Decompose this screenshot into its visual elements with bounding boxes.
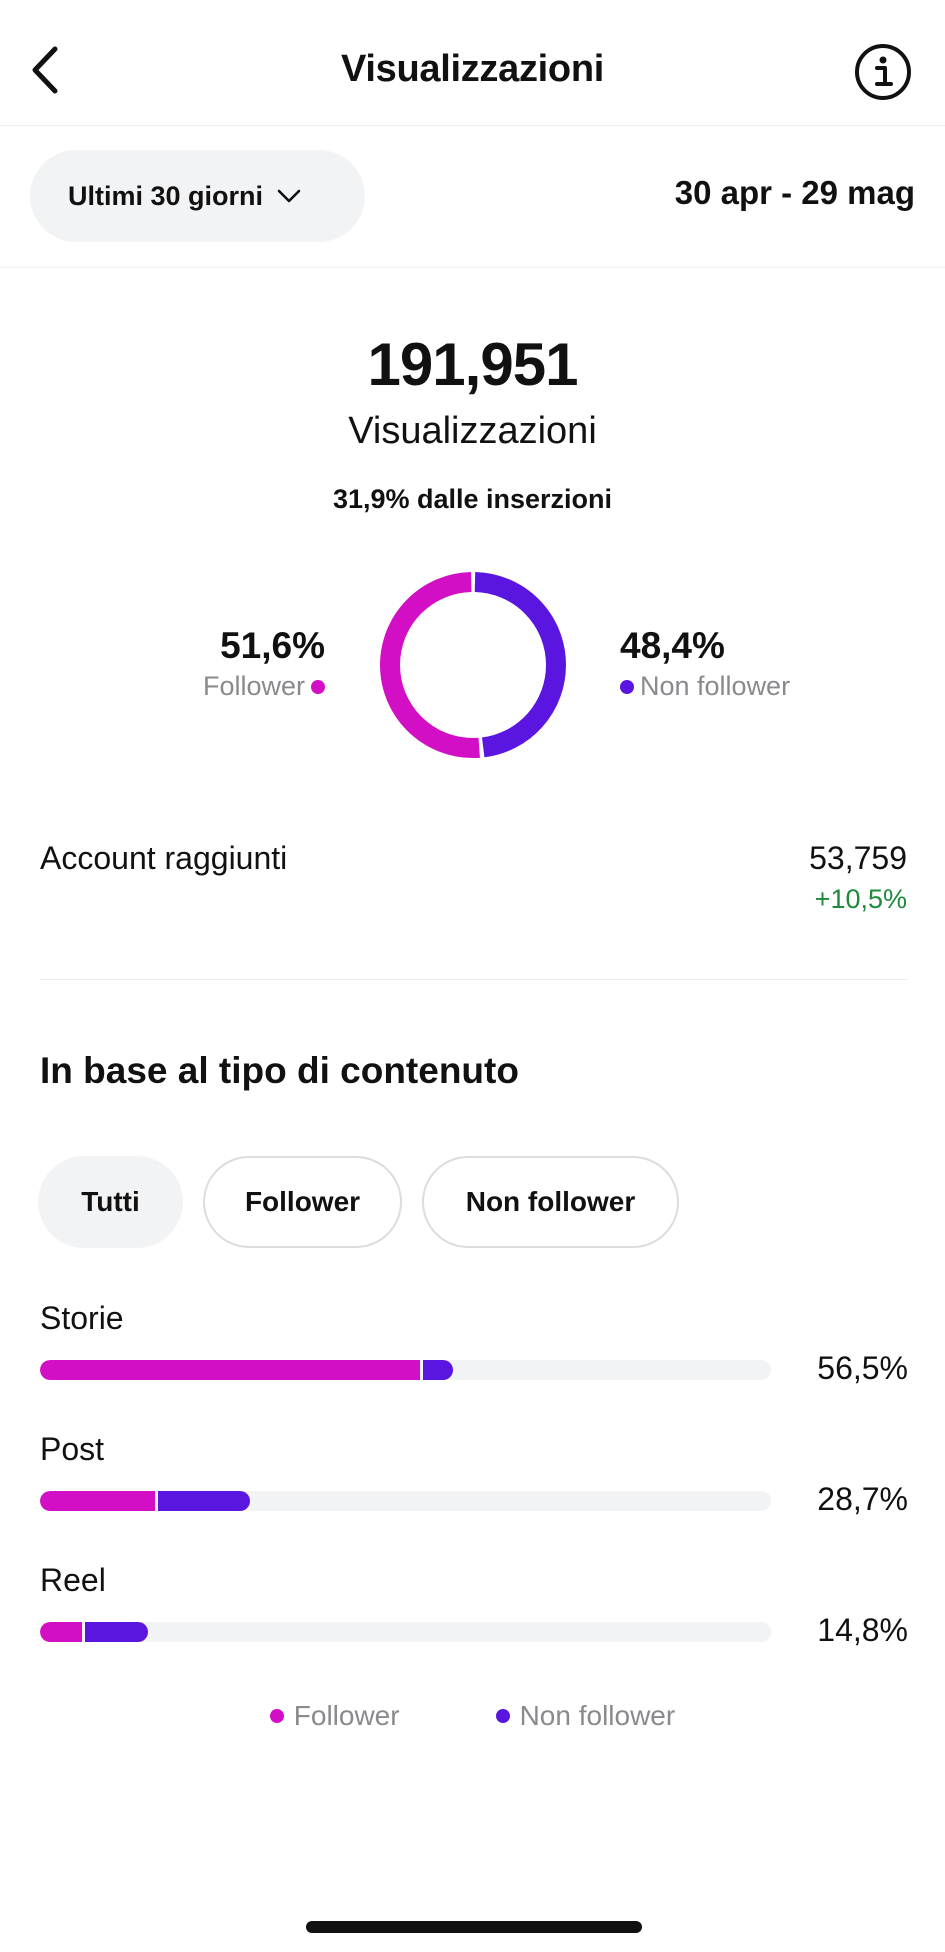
chart-legend: Follower Non follower xyxy=(0,1700,945,1732)
accounts-reached-row: Account raggiunti 53,759 +10,5% xyxy=(40,840,907,980)
nonfollower-share-value: 48,4% xyxy=(620,625,725,666)
content-row-stories: Storie 56,5% xyxy=(40,1300,908,1410)
content-row-reels: Reel 14,8% xyxy=(40,1562,908,1672)
filter-chip-nonfollower[interactable]: Non follower xyxy=(422,1156,679,1248)
follower-dot-icon xyxy=(311,679,325,694)
accounts-reached-value: 53,759 xyxy=(809,840,907,876)
follower-share: 51,6% Follower xyxy=(203,625,325,702)
legend-label-nonfollower: Non follower xyxy=(519,1700,676,1731)
nonfollower-bar-segment xyxy=(423,1360,453,1380)
content-row-percent: 28,7% xyxy=(817,1481,908,1517)
home-indicator[interactable] xyxy=(306,1921,642,1933)
content-bar-track xyxy=(40,1360,771,1380)
follower-bar-segment xyxy=(40,1622,83,1642)
content-type-title: In base al tipo di contenuto xyxy=(40,1050,519,1091)
content-bar-track xyxy=(40,1622,771,1642)
nonfollower-share: 48,4% Non follower xyxy=(620,625,790,702)
info-circle-icon xyxy=(855,44,911,100)
audience-filter-chips: Tutti Follower Non follower xyxy=(38,1156,679,1248)
nonfollower-share-label: Non follower xyxy=(640,671,791,701)
total-views-value: 191,951 xyxy=(367,331,579,398)
content-bar-track xyxy=(40,1491,771,1511)
follower-share-value: 51,6% xyxy=(220,625,325,666)
nonfollower-share-caption: Non follower xyxy=(620,671,790,702)
follower-bar-segment xyxy=(40,1360,421,1380)
content-row-posts: Post 28,7% xyxy=(40,1431,908,1541)
top-navigation-bar: Visualizzazioni xyxy=(0,0,945,126)
date-range-dropdown[interactable]: Ultimi 30 giorni xyxy=(30,150,365,242)
accounts-reached-label: Account raggiunti xyxy=(40,840,288,876)
content-row-percent: 56,5% xyxy=(817,1350,908,1386)
info-button[interactable] xyxy=(853,42,913,102)
follower-share-label: Follower xyxy=(202,671,305,701)
nonfollower-bar-segment xyxy=(158,1491,250,1511)
content-row-percent: 14,8% xyxy=(817,1612,908,1648)
legend-label-follower: Follower xyxy=(293,1700,400,1731)
content-row-label: Storie xyxy=(40,1300,124,1336)
filter-chip-follower[interactable]: Follower xyxy=(203,1156,402,1248)
follower-bar-segment xyxy=(40,1491,156,1511)
accounts-reached-delta: +10,5% xyxy=(814,884,907,914)
total-views-label: Visualizzazioni xyxy=(348,410,597,452)
ads-share-note: 31,9% dalle inserzioni xyxy=(332,484,613,514)
legend-item-follower: Follower xyxy=(269,1700,400,1732)
legend-item-nonfollower: Non follower xyxy=(495,1700,676,1732)
filter-chip-all[interactable]: Tutti xyxy=(38,1156,183,1248)
content-row-label: Post xyxy=(40,1431,105,1467)
content-row-label: Reel xyxy=(40,1562,106,1598)
nonfollower-dot-icon xyxy=(620,679,634,694)
date-range-bar: Ultimi 30 giorni 30 apr - 29 mag xyxy=(0,126,945,268)
follower-dot-icon xyxy=(269,1709,284,1723)
nonfollower-bar-segment xyxy=(85,1622,149,1642)
follower-share-caption: Follower xyxy=(203,671,325,702)
chevron-down-icon xyxy=(277,189,301,203)
page-title: Visualizzazioni xyxy=(341,48,604,90)
date-range-dropdown-label: Ultimi 30 giorni xyxy=(68,180,264,211)
audience-donut-chart xyxy=(380,572,566,758)
nonfollower-dot-icon xyxy=(495,1709,510,1723)
date-range-text: 30 apr - 29 mag xyxy=(674,174,915,211)
